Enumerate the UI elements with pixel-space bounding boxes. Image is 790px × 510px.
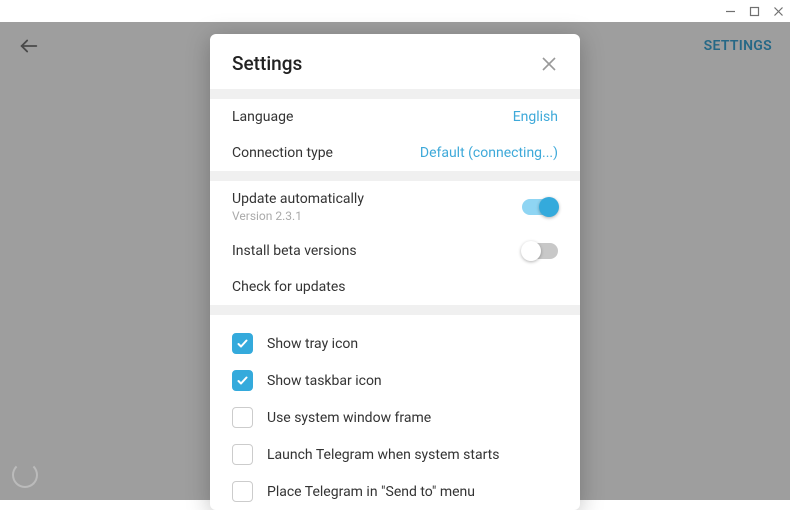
update-auto-row[interactable]: Update automatically Version 2.3.1 bbox=[210, 181, 580, 233]
taskbar-icon-row[interactable]: Show taskbar icon bbox=[210, 362, 580, 399]
check-updates-label: Check for updates bbox=[232, 279, 346, 295]
beta-toggle[interactable] bbox=[522, 243, 558, 259]
update-auto-toggle[interactable] bbox=[522, 199, 558, 215]
version-text: Version 2.3.1 bbox=[232, 209, 364, 223]
update-auto-label: Update automatically bbox=[232, 191, 364, 207]
modal-title: Settings bbox=[232, 52, 302, 75]
language-label: Language bbox=[232, 109, 293, 125]
beta-row[interactable]: Install beta versions bbox=[210, 233, 580, 269]
sendto-row[interactable]: Place Telegram in "Send to" menu bbox=[210, 473, 580, 510]
window-frame-checkbox[interactable] bbox=[232, 407, 253, 428]
launch-startup-checkbox[interactable] bbox=[232, 444, 253, 465]
window-frame-row[interactable]: Use system window frame bbox=[210, 399, 580, 436]
settings-modal: Settings Language English Connection typ… bbox=[210, 34, 580, 510]
maximize-icon[interactable] bbox=[746, 3, 762, 19]
connection-label: Connection type bbox=[232, 145, 333, 161]
sendto-checkbox[interactable] bbox=[232, 481, 253, 502]
language-value: English bbox=[513, 109, 558, 125]
connection-row[interactable]: Connection type Default (connecting...) bbox=[210, 135, 580, 171]
launch-startup-label: Launch Telegram when system starts bbox=[267, 447, 499, 463]
connection-value: Default (connecting...) bbox=[420, 145, 558, 161]
taskbar-icon-checkbox[interactable] bbox=[232, 370, 253, 391]
sendto-label: Place Telegram in "Send to" menu bbox=[267, 484, 475, 500]
tray-icon-label: Show tray icon bbox=[267, 336, 358, 352]
tray-icon-checkbox[interactable] bbox=[232, 333, 253, 354]
window-close-icon[interactable] bbox=[770, 3, 786, 19]
checkbox-section: Show tray icon Show taskbar icon Use sys… bbox=[210, 315, 580, 510]
tray-icon-row[interactable]: Show tray icon bbox=[210, 325, 580, 362]
window-titlebar bbox=[0, 0, 790, 22]
beta-label: Install beta versions bbox=[232, 243, 357, 259]
check-updates-row[interactable]: Check for updates bbox=[210, 269, 580, 305]
launch-startup-row[interactable]: Launch Telegram when system starts bbox=[210, 436, 580, 473]
loading-spinner-icon bbox=[12, 462, 38, 488]
close-icon[interactable] bbox=[540, 55, 558, 73]
window-frame-label: Use system window frame bbox=[267, 410, 431, 426]
language-row[interactable]: Language English bbox=[210, 99, 580, 135]
minimize-icon[interactable] bbox=[722, 3, 738, 19]
taskbar-icon-label: Show taskbar icon bbox=[267, 373, 382, 389]
